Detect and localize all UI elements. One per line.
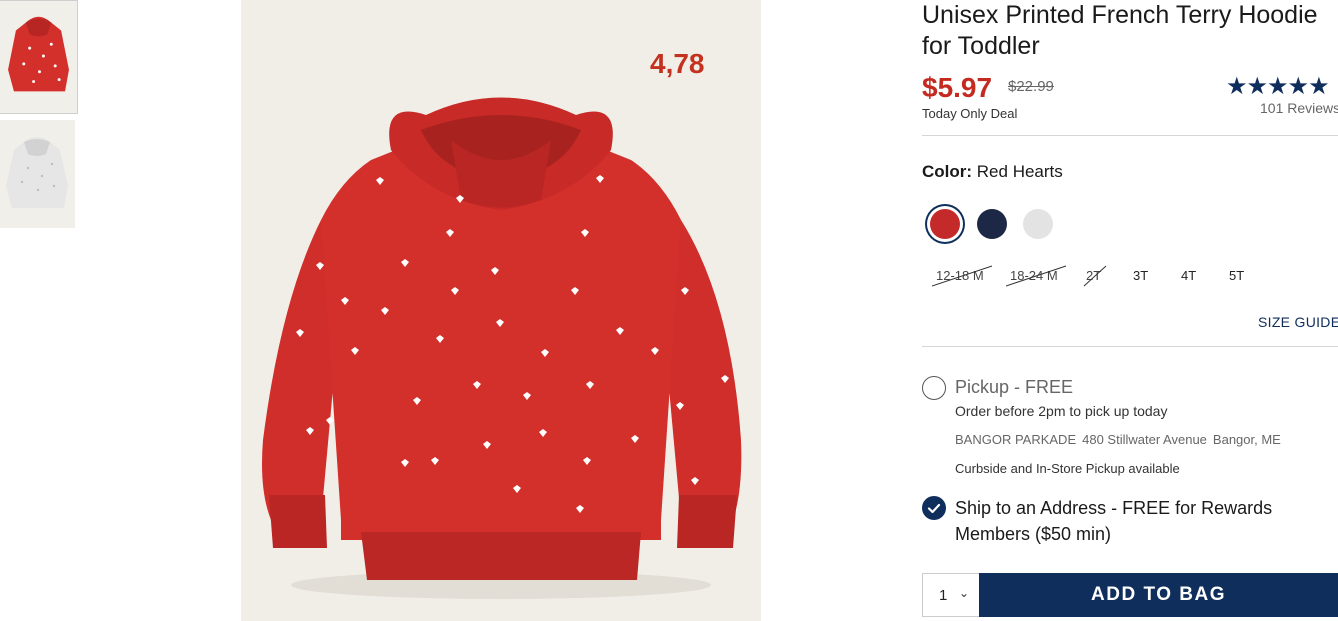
gray-hoodie-thumb-image bbox=[0, 120, 75, 228]
red-hoodie-image bbox=[241, 0, 761, 621]
rating-stars-icon[interactable]: ★★★★★ bbox=[1226, 72, 1330, 101]
image-overlay-price: 4,78 bbox=[650, 48, 705, 79]
ship-radio-checked[interactable] bbox=[922, 496, 946, 520]
pickup-subtitle: Order before 2pm to pick up today bbox=[955, 403, 1168, 419]
color-label: Color: Red Hearts bbox=[922, 162, 1063, 182]
checkmark-icon bbox=[927, 503, 941, 514]
size-3t[interactable]: 3T bbox=[1133, 268, 1148, 283]
size-2t[interactable]: 2T bbox=[1083, 265, 1107, 287]
curbside-note: Curbside and In-Store Pickup available bbox=[955, 461, 1180, 476]
ship-option-label: Ship to an Address - FREE for Rewards Me… bbox=[955, 498, 1273, 544]
product-title: Unisex Printed French Terry Hoodie for T… bbox=[922, 1, 1318, 60]
size-18-24m[interactable]: 18-24 M bbox=[1006, 265, 1067, 287]
pickup-radio[interactable] bbox=[922, 376, 946, 400]
divider bbox=[922, 135, 1338, 136]
color-label-key: Color: bbox=[922, 162, 973, 181]
color-swatch-light-gray[interactable] bbox=[1023, 209, 1053, 239]
reviews-link[interactable]: 101 Reviews bbox=[1260, 100, 1338, 116]
size-guide-link[interactable]: SIZE GUIDE bbox=[1258, 314, 1338, 330]
quantity-select[interactable]: 1 ⌄ bbox=[922, 573, 980, 617]
original-price: $22.99 bbox=[1008, 78, 1054, 95]
unavailable-slash-icon bbox=[1083, 265, 1107, 287]
store-info[interactable]: BANGOR PARKADE 480 Stillwater Avenue Bango… bbox=[955, 432, 1287, 447]
color-selected-value: Red Hearts bbox=[976, 162, 1063, 181]
red-hoodie-thumb-image bbox=[0, 1, 77, 113]
divider bbox=[922, 346, 1338, 347]
pickup-title: Pickup - FREE bbox=[955, 377, 1074, 397]
size-12-18m[interactable]: 12-18 M bbox=[932, 265, 993, 287]
add-to-bag-button[interactable]: ADD TO BAG bbox=[979, 573, 1338, 617]
size-4t[interactable]: 4T bbox=[1181, 268, 1196, 283]
store-name: BANGOR PARKADE bbox=[955, 432, 1077, 447]
sale-price: $5.97 bbox=[922, 72, 993, 103]
color-swatch-navy[interactable] bbox=[977, 209, 1007, 239]
main-product-image[interactable] bbox=[241, 0, 761, 621]
unavailable-slash-icon bbox=[932, 265, 993, 287]
unavailable-slash-icon bbox=[1006, 265, 1067, 287]
thumbnail-red-hoodie[interactable] bbox=[0, 0, 78, 114]
deal-label: Today Only Deal bbox=[922, 106, 1018, 121]
quantity-value: 1 bbox=[939, 587, 948, 604]
store-address: 480 Stillwater Avenue bbox=[1082, 432, 1207, 447]
store-city: Bangor, ME bbox=[1212, 432, 1281, 447]
chevron-down-icon: ⌄ bbox=[959, 586, 970, 600]
thumbnail-gray-hoodie[interactable] bbox=[0, 120, 75, 228]
size-5t[interactable]: 5T bbox=[1229, 268, 1244, 283]
color-swatch-red-hearts[interactable] bbox=[930, 209, 960, 239]
